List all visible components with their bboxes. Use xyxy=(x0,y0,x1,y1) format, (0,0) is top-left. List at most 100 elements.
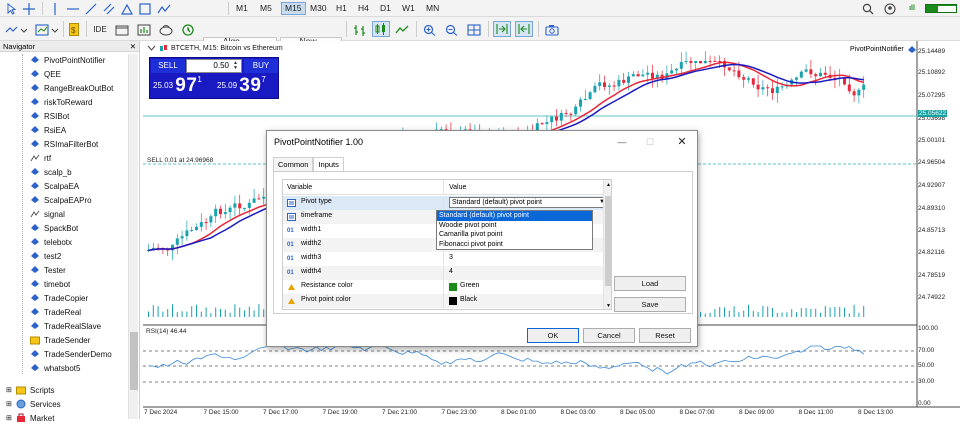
line-chart-icon[interactable] xyxy=(394,22,410,37)
tab-common[interactable]: Common xyxy=(273,157,314,171)
navigator-item[interactable]: RangeBreakOutBot xyxy=(30,81,113,95)
text-icon[interactable] xyxy=(138,1,152,16)
zoom-out-icon[interactable] xyxy=(444,22,460,37)
dropdown-option[interactable]: Fibonacci pivot point xyxy=(437,240,592,250)
close-icon[interactable]: ✕ xyxy=(671,131,693,153)
navigator-item[interactable]: RsiEA xyxy=(30,123,66,137)
navigator-item[interactable]: Tester xyxy=(30,263,66,277)
input-row[interactable]: Resistance color Green xyxy=(283,280,603,294)
vertical-line-icon[interactable] xyxy=(48,1,62,16)
profiles-icon[interactable] xyxy=(114,22,130,37)
search-icon[interactable] xyxy=(861,1,875,16)
ea-label[interactable]: PivotPointNotifier xyxy=(850,45,917,54)
navigator-item[interactable]: SpackBot xyxy=(30,221,78,235)
navigator-item[interactable]: whatsbot5 xyxy=(30,361,80,375)
timeframe-d1[interactable]: D1 xyxy=(377,2,394,15)
timeframe-m1[interactable]: M1 xyxy=(233,2,251,15)
lot-stepper-icon[interactable]: ▲ ▼ xyxy=(233,61,241,71)
buy-price[interactable]: 25.09 397 xyxy=(217,75,266,97)
timeframe-mn[interactable]: MN xyxy=(423,2,442,15)
navigator-item[interactable]: test2 xyxy=(30,249,61,263)
user-icon[interactable] xyxy=(883,1,897,16)
input-row[interactable]: 01 width3 3 xyxy=(283,252,603,266)
sell-price[interactable]: 25.03 971 xyxy=(153,75,202,97)
shapes-icon[interactable] xyxy=(156,1,172,16)
signals-icon[interactable] xyxy=(158,22,174,37)
scroll-down-icon[interactable]: ▼ xyxy=(606,303,611,309)
navigator-item[interactable]: RSImaFilterBot xyxy=(30,137,98,151)
candlestick-icon[interactable] xyxy=(372,21,390,37)
navigator-item[interactable]: ScalpaEA xyxy=(30,179,79,193)
navigator-item[interactable]: TradeRealSlave xyxy=(30,319,101,333)
navigator-section-scripts[interactable]: ⊞ Scripts xyxy=(6,383,54,397)
chart-type-icon[interactable] xyxy=(4,22,28,37)
navigator-item[interactable]: timebot xyxy=(30,277,70,291)
cursor-icon[interactable] xyxy=(4,1,18,16)
navigator-item[interactable]: TradeSenderDemo xyxy=(30,347,112,361)
autoscroll-icon[interactable] xyxy=(493,21,511,37)
signal-icon[interactable]: ıll xyxy=(905,1,919,16)
grid-scrollbar[interactable]: ▲ ▼ xyxy=(603,180,611,309)
minimize-icon[interactable]: — xyxy=(611,131,633,153)
input-row[interactable]: Pivot type Standard (default) pivot point… xyxy=(283,196,609,210)
input-row[interactable]: 01 width4 4 xyxy=(283,266,603,280)
ok-button[interactable]: OK xyxy=(527,328,579,343)
timeframe-h1[interactable]: H1 xyxy=(333,2,350,15)
expand-icon[interactable]: ⊞ xyxy=(6,400,13,408)
navigator-section-services[interactable]: ⊞ Services xyxy=(6,397,61,411)
navigator-item[interactable]: signal xyxy=(30,207,65,221)
navigator-item[interactable]: scalp_b xyxy=(30,165,72,179)
scroll-up-icon[interactable]: ▲ xyxy=(606,182,611,188)
crosshair-icon[interactable] xyxy=(22,1,36,16)
timeframe-m30[interactable]: M30 xyxy=(307,2,330,15)
navigator-scrollbar[interactable] xyxy=(128,54,138,419)
reset-button[interactable]: Reset xyxy=(639,328,691,343)
navigator-item[interactable]: telebotx xyxy=(30,235,72,249)
input-row[interactable]: Pivot point color Black xyxy=(283,294,603,308)
navigator-item[interactable]: TradeCopier xyxy=(30,291,88,305)
navigator-section-market[interactable]: ⊞ Market xyxy=(6,411,54,425)
navigator-item[interactable]: rtf xyxy=(30,151,51,165)
load-button[interactable]: Load xyxy=(614,276,686,291)
maximize-icon[interactable]: ☐ xyxy=(639,131,661,153)
bar-chart-icon[interactable] xyxy=(352,22,368,37)
save-button[interactable]: Save xyxy=(614,297,686,312)
chart-shift-icon[interactable] xyxy=(515,21,533,37)
navigator-item[interactable]: ScalpaEAPro xyxy=(30,193,92,207)
close-icon[interactable]: ✕ xyxy=(130,41,136,52)
expand-icon[interactable]: ⊞ xyxy=(6,414,13,422)
dropdown-option[interactable]: Standard (default) pivot point xyxy=(437,211,592,221)
sell-position-label[interactable]: SELL 0.01 at 24.96968 xyxy=(147,157,213,164)
navigator-item[interactable]: TradeSender xyxy=(30,333,90,347)
sell-button[interactable]: SELL xyxy=(151,59,185,73)
timeframe-h4[interactable]: H4 xyxy=(355,2,372,15)
channel-icon[interactable] xyxy=(102,1,116,16)
timeframe-m5[interactable]: M5 xyxy=(257,2,275,15)
timeframe-w1[interactable]: W1 xyxy=(399,2,418,15)
cancel-button[interactable]: Cancel xyxy=(583,328,635,343)
horizontal-line-icon[interactable] xyxy=(66,1,80,16)
pivot-type-select[interactable]: Standard (default) pivot point▼ xyxy=(449,197,609,208)
fibonacci-icon[interactable] xyxy=(120,1,134,16)
zoom-in-icon[interactable] xyxy=(422,22,438,37)
dropdown-option[interactable]: Woodie pivot point xyxy=(437,221,592,231)
scrollbar-thumb[interactable] xyxy=(605,196,611,286)
navigator-item[interactable]: TradeReal xyxy=(30,305,81,319)
timeframe-m15[interactable]: M15 xyxy=(281,2,306,15)
tile-windows-icon[interactable] xyxy=(466,22,482,37)
ide-button[interactable]: IDE xyxy=(92,22,108,37)
trendline-icon[interactable] xyxy=(84,1,98,16)
vps-icon[interactable] xyxy=(180,22,196,37)
navigator-item[interactable]: PivotPointNotifier xyxy=(30,53,105,67)
navigator-item[interactable]: QEE xyxy=(30,67,61,81)
navigator-item[interactable]: riskToReward xyxy=(30,95,92,109)
navigator-item[interactable]: RSIBot xyxy=(30,109,69,123)
dropdown-option[interactable]: Camarilla pivot point xyxy=(437,230,592,240)
new-chart-icon[interactable] xyxy=(34,22,60,37)
expand-icon[interactable]: ⊞ xyxy=(6,386,13,394)
tab-inputs[interactable]: Inputs xyxy=(313,157,344,172)
templates-icon[interactable]: $ xyxy=(68,22,80,37)
buy-button[interactable]: BUY xyxy=(244,59,278,73)
market-watch-icon[interactable] xyxy=(136,22,152,37)
screenshot-icon[interactable] xyxy=(544,22,560,37)
